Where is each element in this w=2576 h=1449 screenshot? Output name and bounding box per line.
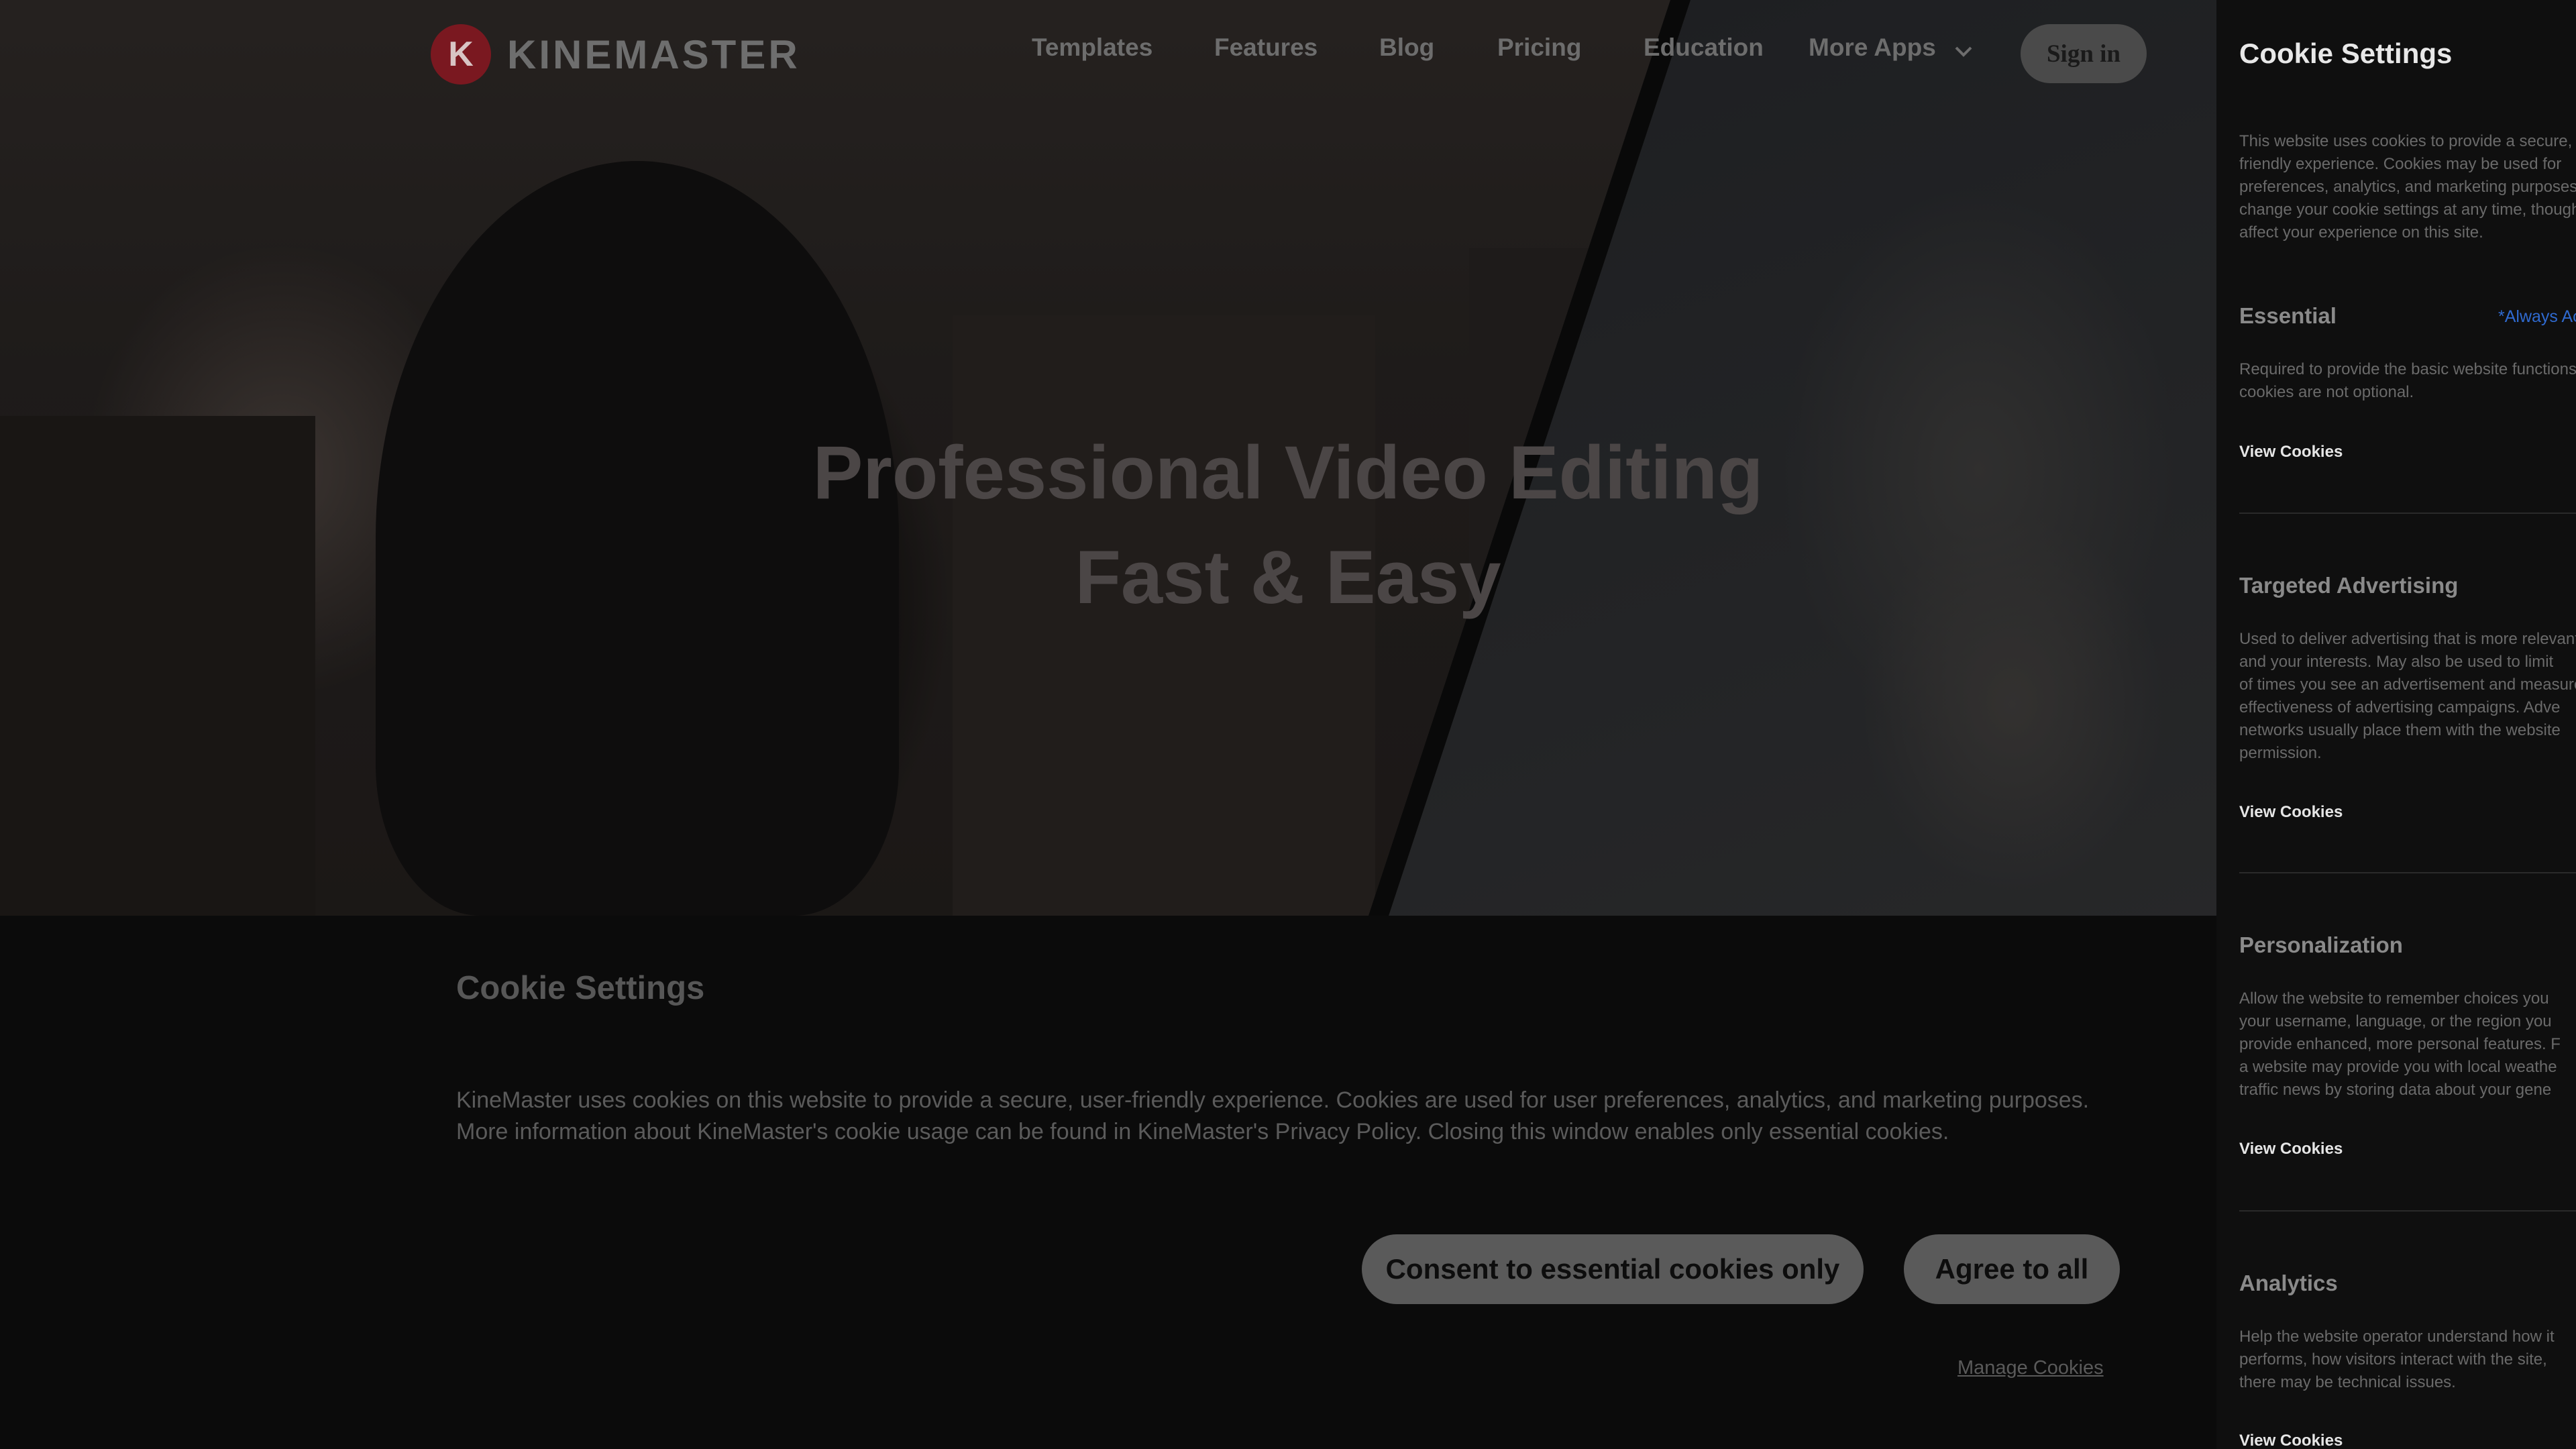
chevron-down-icon[interactable] — [1952, 40, 1975, 63]
section-divider — [2239, 1210, 2576, 1212]
view-cookies-essential[interactable]: View Cookies — [2239, 443, 2343, 462]
section-divider — [2239, 513, 2576, 514]
banner-text-line: KineMaster uses cookies on this website … — [456, 1087, 2090, 1113]
hero-headline-line1: Professional Video Editing — [812, 431, 1764, 515]
section-desc-line: Used to deliver advertising that is more… — [2239, 630, 2576, 648]
consent-essential-button[interactable]: Consent to essential cookies only — [1362, 1234, 1864, 1304]
nav-education[interactable]: Education — [1644, 34, 1764, 62]
section-title-targeted-advertising: Targeted Advertising — [2239, 573, 2459, 598]
section-desc-line: effectiveness of advertising campaigns. … — [2239, 698, 2561, 716]
panel-intro-line: change your cookie settings at any time,… — [2239, 201, 2576, 219]
panel-intro-line: preferences, analytics, and marketing pu… — [2239, 178, 2576, 196]
panel-intro-line: friendly experience. Cookies may be used… — [2239, 155, 2562, 173]
section-desc-line: performs, how visitors interact with the… — [2239, 1350, 2547, 1368]
view-cookies-personalization[interactable]: View Cookies — [2239, 1140, 2343, 1159]
section-desc-line: provide enhanced, more personal features… — [2239, 1035, 2561, 1053]
section-desc-line: networks usually place them with the web… — [2239, 721, 2561, 739]
section-desc-targeted-advertising: Used to deliver advertising that is more… — [2239, 628, 2576, 765]
section-desc-line: a website may provide you with local wea… — [2239, 1058, 2557, 1076]
cookie-settings-panel: Cookie Settings This website uses cookie… — [2216, 0, 2576, 1449]
section-desc-line: there may be technical issues. — [2239, 1373, 2456, 1391]
nav-more-apps[interactable]: More Apps — [1809, 34, 1936, 62]
section-title-personalization: Personalization — [2239, 932, 2403, 957]
banner-text: KineMaster uses cookies on this website … — [456, 1085, 2093, 1148]
section-desc-line: of times you see an advertisement and me… — [2239, 676, 2576, 694]
nav-templates[interactable]: Templates — [1032, 34, 1152, 62]
section-divider — [2239, 872, 2576, 873]
panel-intro: This website uses cookies to provide a s… — [2239, 130, 2576, 244]
nav-features[interactable]: Features — [1214, 34, 1318, 62]
hero-headline-line2: Fast & Easy — [1075, 535, 1501, 619]
section-title-analytics: Analytics — [2239, 1271, 2338, 1295]
section-title-essential: Essential — [2239, 303, 2337, 328]
always-active-label: *Always Active — [2498, 307, 2576, 326]
section-desc-line: Required to provide the basic website fu… — [2239, 360, 2576, 378]
sign-in-button[interactable]: Sign in — [2021, 24, 2147, 83]
panel-intro-line: affect your experience on this site. — [2239, 223, 2483, 241]
nav-blog[interactable]: Blog — [1379, 34, 1434, 62]
section-desc-line: permission. — [2239, 744, 2322, 762]
section-desc-line: your username, language, or the region y… — [2239, 1012, 2552, 1030]
agree-all-button[interactable]: Agree to all — [1904, 1234, 2120, 1304]
section-desc-analytics: Help the website operator understand how… — [2239, 1326, 2576, 1394]
banner-title: Cookie Settings — [456, 970, 705, 1006]
view-cookies-targeted-advertising[interactable]: View Cookies — [2239, 803, 2343, 822]
section-desc-personalization: Allow the website to remember choices yo… — [2239, 987, 2576, 1102]
section-desc-essential: Required to provide the basic website fu… — [2239, 358, 2576, 404]
section-desc-line: traffic news by storing data about your … — [2239, 1081, 2552, 1099]
nav-pricing[interactable]: Pricing — [1497, 34, 1581, 62]
panel-title: Cookie Settings — [2239, 38, 2453, 69]
manage-cookies-link[interactable]: Manage Cookies — [1957, 1357, 2104, 1379]
section-desc-line: and your interests. May also be used to … — [2239, 653, 2554, 671]
main-nav: Templates Features Blog Pricing Educatio… — [0, 34, 2216, 74]
banner-text-line: More information about KineMaster's cook… — [456, 1119, 1949, 1144]
cookie-banner: Cookie Settings KineMaster uses cookies … — [0, 916, 2216, 1449]
view-cookies-analytics[interactable]: View Cookies — [2239, 1432, 2343, 1449]
section-desc-line: Allow the website to remember choices yo… — [2239, 989, 2549, 1008]
section-desc-line: Help the website operator understand how… — [2239, 1328, 2555, 1346]
panel-intro-line: This website uses cookies to provide a s… — [2239, 132, 2573, 150]
section-desc-line: cookies are not optional. — [2239, 383, 2414, 401]
